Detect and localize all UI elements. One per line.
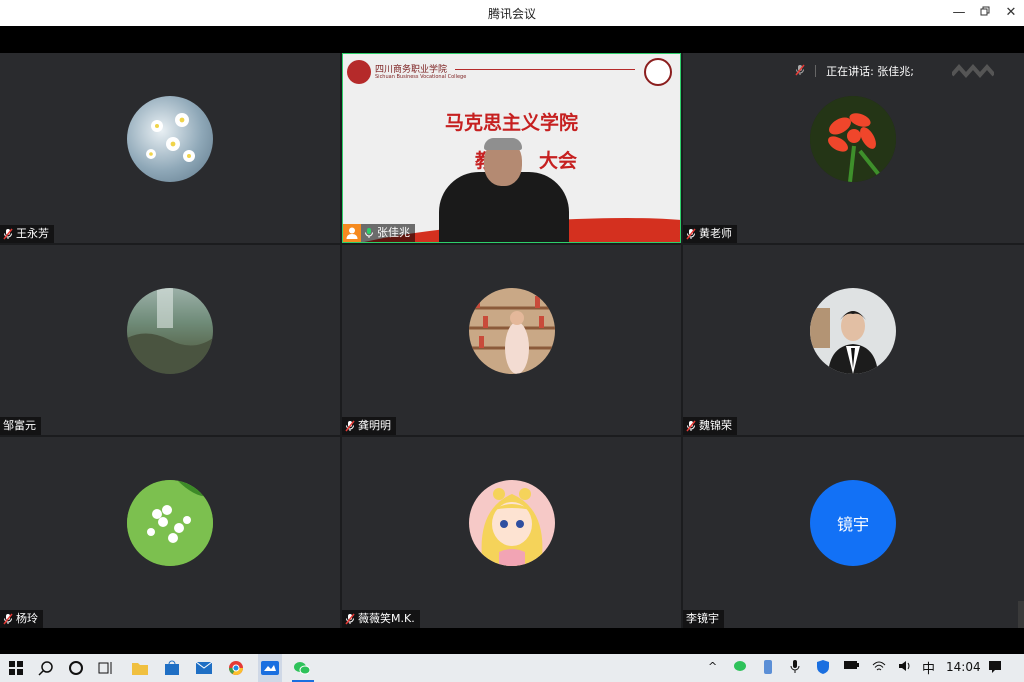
active-speaker-tile[interactable]: 四川商务职业学院 Sichuan Business Vocational Col…	[342, 53, 681, 243]
avatar	[469, 288, 555, 374]
participant-tile[interactable]: 王永芳	[0, 53, 340, 243]
tencent-meeting-icon[interactable]	[258, 654, 282, 682]
usb-icon[interactable]	[762, 660, 774, 677]
file-explorer-icon[interactable]	[130, 658, 150, 678]
participant-name-tag: 王永芳	[0, 225, 54, 243]
mic-muted-icon	[3, 613, 13, 625]
participant-name: 龚明明	[358, 419, 391, 432]
participant-tile[interactable]: 正在讲话: 张佳兆; 黄老师	[683, 53, 1024, 243]
wifi-icon[interactable]	[872, 660, 886, 675]
security-shield-icon[interactable]	[816, 660, 830, 677]
divider	[815, 65, 817, 77]
participant-name-tag: 黄老师	[683, 225, 737, 243]
slide-title: 马克思主义学院	[444, 112, 578, 134]
host-icon	[343, 224, 361, 242]
chrome-icon[interactable]	[226, 658, 246, 678]
mic-muted-icon	[795, 64, 805, 79]
participant-tile[interactable]: 镜宇 李镜宇	[683, 437, 1024, 628]
mic-muted-icon	[345, 420, 355, 432]
avatar	[127, 288, 213, 374]
participant-name: 魏锦荣	[699, 419, 732, 432]
participant-tile[interactable]: 龚明明	[342, 245, 681, 435]
minimize-button[interactable]: —	[946, 0, 972, 26]
participant-name: 薇薇笑M.K.	[358, 612, 415, 625]
volume-indicator	[1018, 601, 1024, 628]
store-icon[interactable]	[162, 658, 182, 678]
participant-name-tag: 邹富元	[0, 417, 41, 435]
speaking-text: 正在讲话: 张佳兆;	[826, 65, 914, 78]
participant-tile[interactable]: 魏锦荣	[683, 245, 1024, 435]
mic-muted-icon	[686, 228, 696, 240]
taskbar: ^ 中 14:04	[0, 654, 1024, 682]
window-title: 腾讯会议	[487, 7, 536, 21]
participant-name-tag: 李镜宇	[683, 610, 724, 628]
participant-tile[interactable]: 杨玲	[0, 437, 340, 628]
mic-muted-icon	[3, 228, 13, 240]
avatar: 镜宇	[810, 480, 896, 566]
search-icon[interactable]	[36, 658, 56, 678]
avatar	[469, 480, 555, 566]
avatar	[127, 480, 213, 566]
top-toolbar-area	[0, 26, 1024, 53]
college-logo-icon	[347, 60, 371, 84]
microphone-icon[interactable]	[790, 660, 800, 677]
wechat-icon[interactable]	[292, 658, 312, 678]
participant-name: 李镜宇	[686, 612, 719, 625]
signal-icon	[950, 63, 996, 83]
participant-name-tag: 薇薇笑M.K.	[342, 610, 420, 628]
show-hidden-icons-icon[interactable]: ^	[708, 660, 717, 673]
speaker-hair	[484, 138, 522, 150]
mic-active-icon	[364, 227, 374, 239]
ime-indicator[interactable]: 中	[922, 658, 935, 677]
avatar	[810, 96, 896, 182]
restore-button[interactable]	[972, 0, 998, 26]
participant-tile[interactable]: 薇薇笑M.K.	[342, 437, 681, 628]
notifications-icon[interactable]	[988, 660, 1002, 677]
participant-name: 张佳兆	[377, 226, 410, 239]
slide-subtitle-right: 大会	[539, 150, 578, 172]
clock[interactable]: 14:04	[946, 660, 981, 674]
participant-name: 邹富元	[3, 419, 36, 432]
avatar	[810, 288, 896, 374]
participant-name-tag: 龚明明	[342, 417, 396, 435]
participant-name: 黄老师	[699, 227, 732, 240]
seal-icon	[644, 58, 672, 86]
avatar	[127, 96, 213, 182]
windows-start-icon[interactable]	[6, 658, 26, 678]
close-button[interactable]: ✕	[998, 0, 1024, 26]
speaking-indicator: 正在讲话: 张佳兆;	[795, 63, 914, 79]
participant-name-tag: 魏锦荣	[683, 417, 737, 435]
wechat-tray-icon[interactable]	[734, 660, 748, 675]
participant-name-tag: 杨玲	[0, 610, 43, 628]
bottom-toolbar-area	[0, 628, 1024, 654]
participant-tile[interactable]: 邹富元	[0, 245, 340, 435]
divider	[455, 69, 635, 70]
participant-name: 王永芳	[16, 227, 49, 240]
college-name-en: Sichuan Business Vocational College	[375, 74, 467, 80]
volume-icon[interactable]	[898, 660, 912, 675]
battery-icon[interactable]	[844, 660, 860, 673]
title-bar: 腾讯会议 — ✕	[0, 0, 1024, 26]
video-grid: 王永芳 四川商务职业学院 Sichuan Business Vocational…	[0, 53, 1024, 628]
participant-name: 杨玲	[16, 612, 38, 625]
cortana-icon[interactable]	[66, 658, 86, 678]
participant-name-tag: 张佳兆	[343, 224, 415, 242]
mic-muted-icon	[686, 420, 696, 432]
task-view-icon[interactable]	[96, 658, 116, 678]
mic-muted-icon	[345, 613, 355, 625]
mail-icon[interactable]	[194, 658, 214, 678]
